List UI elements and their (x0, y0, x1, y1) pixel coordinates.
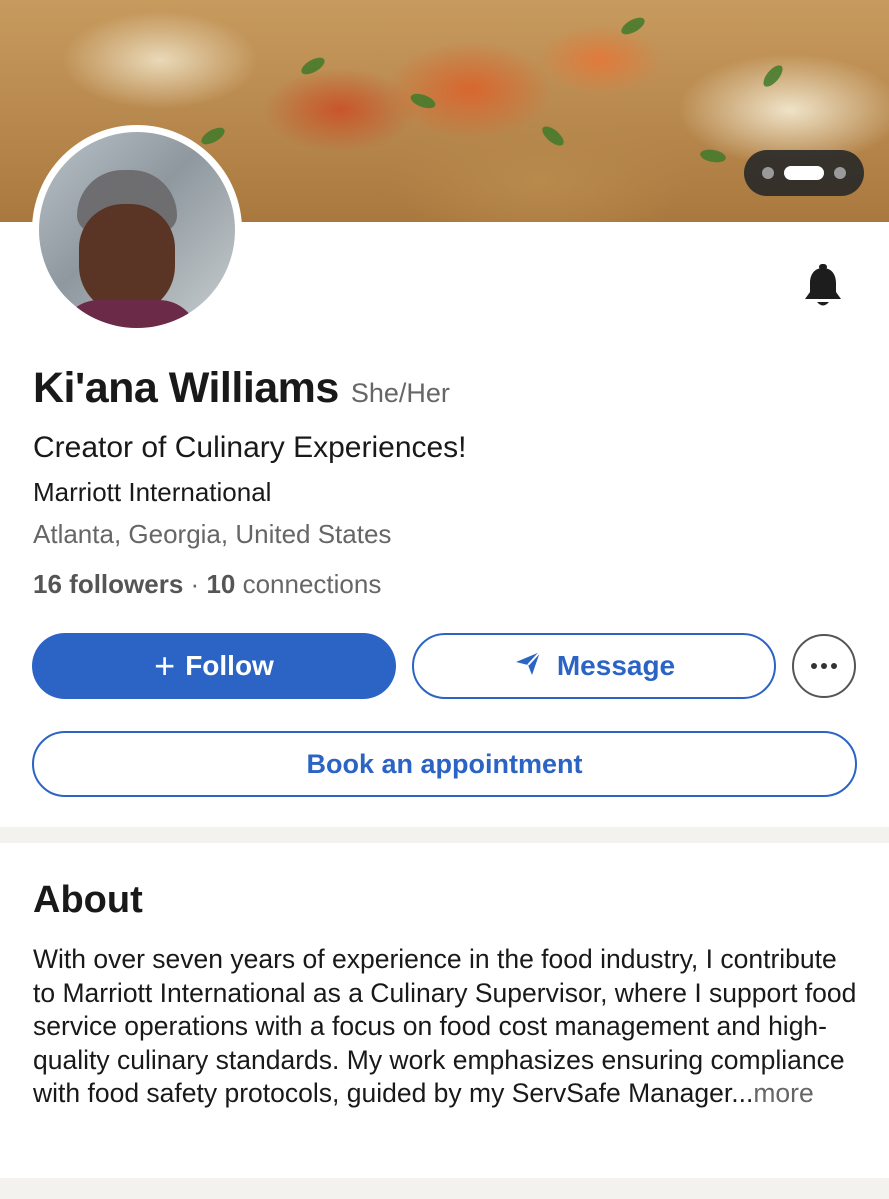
herb-garnish (408, 90, 438, 112)
carousel-dot-active (784, 166, 824, 180)
message-button[interactable]: Message (412, 633, 776, 699)
message-label: Message (556, 650, 676, 681)
connections-count[interactable]: 10 (206, 569, 235, 599)
about-heading: About (33, 879, 143, 921)
pronouns: She/Her (350, 378, 450, 408)
plus-icon: + (154, 645, 176, 686)
avatar-photo (39, 132, 235, 328)
follow-button[interactable]: + Follow (32, 633, 396, 699)
more-options-button[interactable] (792, 634, 856, 698)
ellipsis-dot (811, 663, 817, 669)
about-body: With over seven years of experience in t… (33, 944, 857, 1109)
ellipsis-dot (821, 663, 827, 669)
profile-location: Atlanta, Georgia, United States (33, 519, 392, 549)
followers-label[interactable]: followers (69, 569, 183, 599)
stats-separator: · (190, 569, 200, 599)
connections-label[interactable]: connections (243, 569, 382, 599)
herb-garnish (298, 54, 328, 78)
paper-plane-icon (513, 648, 543, 685)
section-divider (0, 1178, 889, 1199)
network-stats: 16 followers · 10 connections (33, 569, 381, 600)
followers-count[interactable]: 16 (33, 569, 62, 599)
carousel-indicator[interactable] (744, 150, 864, 196)
avatar-shirt (59, 300, 199, 328)
herb-garnish (539, 123, 567, 149)
profile-headline: Creator of Culinary Experiences! (33, 431, 467, 464)
profile-company[interactable]: Marriott International (33, 477, 271, 508)
bell-icon[interactable] (798, 262, 848, 312)
about-more-link[interactable]: more (753, 1078, 813, 1108)
avatar-face (79, 204, 175, 314)
herb-garnish (198, 124, 228, 148)
section-divider (0, 827, 889, 843)
about-text: With over seven years of experience in t… (33, 943, 863, 1111)
herb-garnish (699, 147, 727, 165)
carousel-dot (762, 167, 774, 179)
herb-garnish (618, 14, 648, 38)
follow-label: Follow (185, 650, 274, 681)
profile-avatar[interactable] (32, 125, 242, 335)
herb-garnish (760, 62, 786, 90)
carousel-dot (834, 167, 846, 179)
book-appointment-button[interactable]: Book an appointment (32, 731, 857, 797)
profile-name: Ki'ana Williams (33, 364, 339, 412)
name-row: Ki'ana Williams She/Her (33, 364, 450, 413)
ellipsis-dot (831, 663, 837, 669)
